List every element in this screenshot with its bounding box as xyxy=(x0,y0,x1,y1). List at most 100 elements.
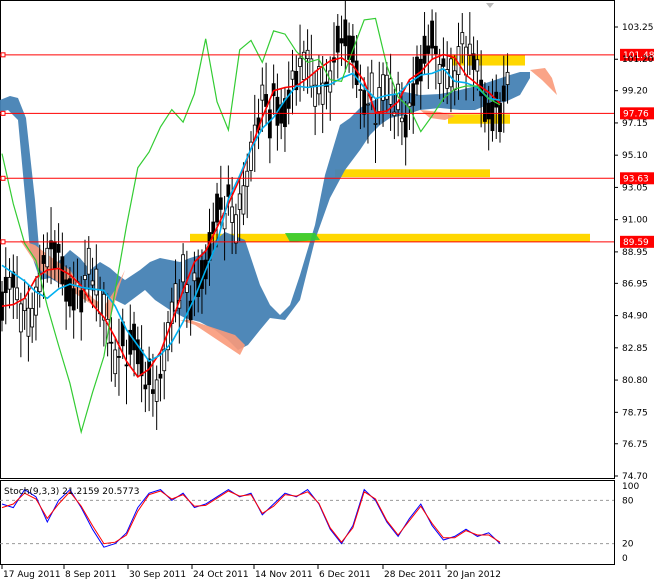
candle-body xyxy=(290,70,295,80)
indicator-line xyxy=(1,17,501,435)
candle-body xyxy=(415,56,419,85)
candle-body xyxy=(498,102,502,132)
x-tick-label: 8 Sep 2011 xyxy=(65,570,116,580)
candle-body xyxy=(151,389,155,394)
candle-body xyxy=(71,288,76,311)
candle-body xyxy=(267,109,272,139)
candle-body xyxy=(109,341,114,344)
candle-body xyxy=(230,206,235,223)
candle-body xyxy=(460,32,465,45)
level-price-label: 89.59 xyxy=(623,238,649,248)
candle-body xyxy=(430,20,434,49)
candle-body xyxy=(437,64,442,84)
candle-body xyxy=(241,185,246,215)
y-tick-label: 91.00 xyxy=(622,216,648,226)
indicator-y-tick-label: 100 xyxy=(622,482,639,492)
y-tick-label: 80.80 xyxy=(622,376,648,386)
candle-body xyxy=(3,276,8,294)
candle-body xyxy=(30,308,35,328)
y-tick-label: 74.70 xyxy=(622,472,648,482)
candle-body xyxy=(388,78,393,105)
candle-body xyxy=(83,275,87,280)
candle-body xyxy=(309,58,314,87)
candle-body xyxy=(403,114,408,138)
candle-body xyxy=(505,71,510,85)
candle-body xyxy=(407,102,412,108)
candle-body xyxy=(441,58,446,67)
y-tick-label: 88.95 xyxy=(622,248,648,258)
candle-body xyxy=(298,57,302,67)
level-handle[interactable] xyxy=(0,52,6,58)
candle-body xyxy=(218,197,223,210)
candle-body xyxy=(392,111,397,117)
y-tick-label: 86.95 xyxy=(622,279,648,289)
y-tick-label: 103.25 xyxy=(622,23,654,33)
candle-body xyxy=(18,303,23,333)
x-tick-label: 28 Dec 2011 xyxy=(384,570,442,580)
price-zone xyxy=(335,169,490,178)
candle-body xyxy=(52,241,57,270)
candle-body xyxy=(328,70,333,93)
candle-body xyxy=(426,45,431,54)
candle-body xyxy=(22,298,27,312)
candlesticks xyxy=(0,0,510,430)
candle-body xyxy=(7,276,12,290)
candle-body xyxy=(286,89,291,109)
level-handle[interactable] xyxy=(0,175,6,181)
candle-body xyxy=(41,255,46,264)
candle-body xyxy=(45,247,50,268)
candle-body xyxy=(343,19,348,47)
candle-body xyxy=(139,349,144,377)
level-price-label: 97.76 xyxy=(623,109,649,119)
candle-body xyxy=(90,280,95,286)
chart-window: 101.48 97.76 93.63 89.59 103.25 101.20 99.20 9… xyxy=(0,0,658,580)
candle-body xyxy=(200,260,204,289)
y-tick-label: 82.85 xyxy=(622,344,648,354)
candle-body xyxy=(483,92,487,122)
level-handle[interactable] xyxy=(0,110,6,116)
candle-body xyxy=(411,83,416,106)
candle-body xyxy=(339,38,344,44)
indicator-y-tick-label: 20 xyxy=(622,540,634,550)
candle-body xyxy=(79,290,84,313)
candle-body xyxy=(94,268,99,296)
candle-body xyxy=(358,89,363,91)
y-tick-label: 76.75 xyxy=(622,440,648,450)
candle-body xyxy=(471,53,476,70)
candle-body xyxy=(486,102,491,120)
candle-body xyxy=(143,384,148,390)
candle-body xyxy=(490,101,495,132)
candle-body xyxy=(154,379,159,402)
candle-body xyxy=(464,46,468,76)
candle-body xyxy=(422,35,427,64)
y-tick-label: 99.20 xyxy=(622,87,648,97)
chart-shift-marker-icon[interactable] xyxy=(486,3,494,8)
candle-body xyxy=(449,58,453,88)
candle-body xyxy=(26,307,31,337)
indicator-y-tick-label: 80 xyxy=(622,496,634,506)
price-zone xyxy=(450,54,525,66)
candle-body xyxy=(226,184,231,197)
candle-body xyxy=(366,103,370,106)
x-tick-label: 6 Dec 2011 xyxy=(319,570,371,580)
indicator-label: Stoch(9,3,3) 21.2159 20.5773 xyxy=(4,487,139,497)
candle-body xyxy=(113,349,118,375)
y-tick-label: 101.20 xyxy=(622,55,654,65)
candle-body xyxy=(260,84,265,101)
candle-body xyxy=(301,51,306,80)
candle-body xyxy=(373,123,378,125)
candle-body xyxy=(192,272,197,282)
candle-body xyxy=(234,214,238,244)
ichimoku-chart: 101.4897.7693.6389.59 103.25101.2099.209… xyxy=(0,0,655,580)
candle-body xyxy=(317,66,321,95)
indicator-y-tick-label: 0 xyxy=(622,554,628,564)
candle-body xyxy=(86,247,91,275)
candle-body xyxy=(475,59,480,72)
candle-body xyxy=(184,284,189,293)
level-handle[interactable] xyxy=(0,239,6,245)
x-tick-label: 20 Jan 2012 xyxy=(447,570,501,580)
candle-body xyxy=(181,254,185,283)
candle-body xyxy=(377,87,382,112)
x-tick-label: 24 Oct 2011 xyxy=(193,570,249,580)
candle-body xyxy=(124,364,129,367)
